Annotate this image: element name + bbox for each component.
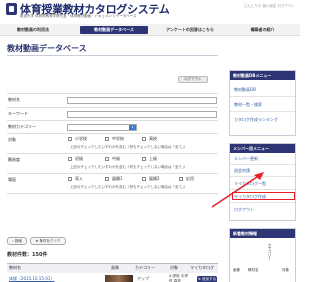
nav-item-usage[interactable]: 教材動画の利用法: [3, 26, 63, 34]
sidebar-heading: 新着教材情報: [230, 229, 295, 238]
new-materials-column-title: 教材名: [248, 268, 259, 272]
divider: [230, 164, 295, 165]
scene-option-applied[interactable]: 応用: [179, 176, 194, 182]
results-table-header: 教材名 画像 カテゴリー 対象 マイカタログ: [7, 264, 218, 273]
column-header-my-catalog: マイカタログ: [190, 265, 214, 270]
result-target: 小学校 中学校 高校: [169, 274, 189, 282]
title-divider: [7, 55, 218, 56]
result-title-link[interactable]: 体操（2015.10.15-01）: [9, 276, 54, 282]
checkbox-icon[interactable]: [68, 176, 72, 181]
search-button[interactable]: ⌕ 検索: [7, 237, 27, 245]
checkbox-icon[interactable]: [68, 156, 72, 161]
sidebar-item-catalog-search[interactable]: 教材一覧・検索: [234, 102, 262, 108]
form-row-scene: 場面 導入 展開1 展開2 応用 上記のチェックしたいずれかを含む（何もチェック…: [7, 173, 218, 194]
logout-button[interactable]: ログアウト: [178, 76, 208, 83]
results-count: 教材件数：150件: [7, 252, 48, 258]
title-label: 教材名: [8, 97, 20, 102]
column-header-image: 画像: [111, 265, 119, 270]
result-thumbnail[interactable]: [105, 275, 133, 282]
site-logo-icon: [6, 3, 17, 15]
sidebar-video-db-menu: 教材動画DBメニュー 教材動画DB 教材一覧・検索 カタログ作成ランキング: [229, 70, 296, 136]
difficulty-label: 難易度: [8, 157, 20, 162]
scene-note: 上記のチェックしたいずれかを含む（何もチェックしない場合は「全て」）: [70, 185, 188, 189]
page-title: 教材動画データベース: [7, 44, 87, 53]
sidebar-new-materials: 新着教材情報 画像 教材名 カテゴリー 対象: [229, 228, 296, 282]
checkbox-icon[interactable]: [105, 156, 109, 161]
checkbox-icon[interactable]: [68, 136, 72, 141]
nav-item-survey[interactable]: アンケートの回答はこちら: [155, 26, 225, 34]
sidebar-item-video-db[interactable]: 教材動画DB: [234, 87, 256, 93]
new-materials-column-target: 対象: [282, 268, 289, 272]
column-header-title: 教材名: [9, 265, 21, 270]
form-row-keyword: キーワード: [7, 107, 218, 120]
target-option-high-school[interactable]: 高校: [142, 136, 157, 142]
column-header-category: カテゴリー: [135, 265, 155, 270]
new-materials-column-image: 画像: [233, 268, 240, 272]
difficulty-option-beginner[interactable]: 初級: [68, 156, 83, 162]
chevron-down-icon: ▾: [129, 125, 136, 130]
title-input[interactable]: [67, 97, 217, 104]
sidebar-item-member-update[interactable]: メンバー更新: [234, 156, 258, 162]
divider: [230, 111, 295, 112]
sidebar-heading: メンバー用メニュー: [230, 144, 295, 153]
result-category: アップ: [137, 276, 149, 281]
keyword-label: キーワード: [8, 111, 28, 116]
keyword-input[interactable]: [67, 111, 217, 118]
difficulty-option-advanced[interactable]: 上級: [142, 156, 157, 162]
checkbox-icon[interactable]: [142, 136, 146, 141]
sidebar-heading: 教材動画DBメニュー: [230, 71, 295, 80]
checkbox-icon[interactable]: [105, 136, 109, 141]
checkbox-icon[interactable]: [179, 176, 183, 181]
results-table: 教材名 画像 カテゴリー 対象 マイカタログ 体操（2015.10.15-01）…: [7, 263, 218, 282]
divider: [230, 96, 295, 97]
column-header-target: 対象: [170, 265, 178, 270]
target-option-elementary[interactable]: 小学校: [68, 136, 87, 142]
category-label: 教材カテゴリー: [8, 124, 36, 129]
form-row-category: 教材カテゴリー ▾: [7, 120, 218, 133]
difficulty-option-intermediate[interactable]: 中級: [105, 156, 120, 162]
add-to-catalog-button[interactable]: ⊕ 追加する: [197, 276, 217, 282]
checkbox-icon[interactable]: [142, 176, 146, 181]
form-row-difficulty: 難易度 初級 中級 上級 上記のチェックしたいずれかを含む（何もチェックしない場…: [7, 153, 218, 173]
checkbox-icon[interactable]: [142, 156, 146, 161]
difficulty-note: 上記のチェックしたいずれかを含む（何もチェックしない場合は「全て」）: [70, 165, 188, 169]
scene-option-develop-1[interactable]: 展開1: [105, 176, 123, 182]
annotation-arrow-icon: [211, 172, 264, 208]
site-subtitle: 筑波大学 体育科教育学研究室・体育教材動画・ドキュメントデータベース: [20, 14, 137, 18]
target-label: 対象: [8, 137, 16, 142]
form-row-title: 教材名: [7, 93, 218, 107]
scene-option-develop-2[interactable]: 展開2: [142, 176, 160, 182]
nav-item-video-database[interactable]: 教材動画データベース: [80, 26, 148, 34]
new-materials-column-category: カテゴリー: [268, 243, 272, 261]
target-note: 上記のチェックしたいずれかを含む（何もチェックしない場合は「全て」）: [70, 145, 188, 149]
target-option-junior-high[interactable]: 中学校: [105, 136, 124, 142]
scene-option-intro[interactable]: 導入: [68, 176, 83, 182]
sidebar-item-catalog-ranking[interactable]: カタログ作成ランキング: [234, 117, 278, 123]
clear-conditions-button[interactable]: ⊗ 条件をクリア: [30, 237, 66, 245]
category-select[interactable]: ▾: [67, 124, 137, 131]
scene-label: 場面: [8, 177, 16, 182]
sidebar: 教材動画DBメニュー 教材動画DB 教材一覧・検索 カタログ作成ランキング メン…: [229, 0, 300, 282]
form-row-target: 対象 小学校 中学校 高校 上記のチェックしたいずれかを含む（何もチェックしない…: [7, 133, 218, 153]
checkbox-icon[interactable]: [105, 176, 109, 181]
